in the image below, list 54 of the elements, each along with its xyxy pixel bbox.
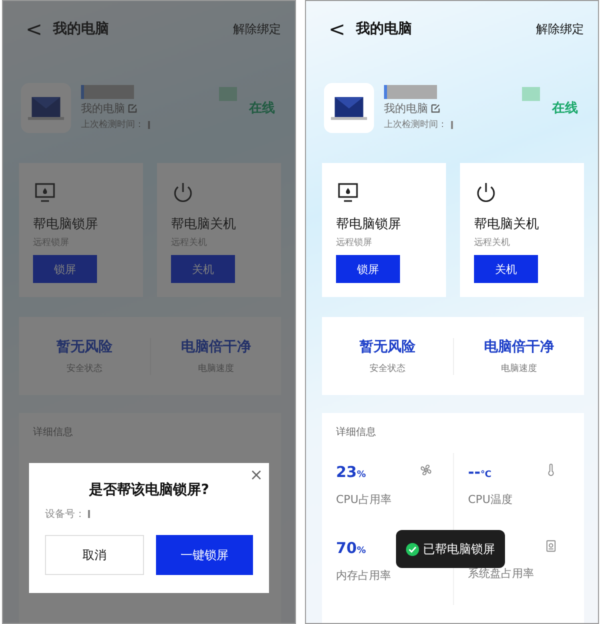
action-subtitle: 远程锁屏 bbox=[336, 236, 372, 249]
status-value: 电脑倍干净 bbox=[180, 338, 251, 356]
redacted-bar bbox=[219, 87, 237, 101]
power-icon bbox=[171, 181, 195, 205]
metric-label: 系统盘占用率 bbox=[468, 566, 535, 582]
power-icon bbox=[474, 181, 498, 205]
details-title: 详细信息 bbox=[336, 426, 377, 439]
edit-icon[interactable] bbox=[431, 104, 440, 113]
metric-value: 70% bbox=[336, 539, 366, 559]
last-check-label: 上次检测时间： bbox=[384, 118, 447, 131]
metric-value: --℃ bbox=[468, 463, 492, 483]
laptop-thumbnail bbox=[324, 83, 374, 133]
action-button[interactable]: 锁屏 bbox=[336, 255, 400, 283]
status-label: 安全状态 bbox=[369, 362, 406, 374]
metric-label: CPU占用率 bbox=[336, 492, 392, 508]
page-title: 我的电脑 bbox=[53, 20, 110, 38]
status-value: 电脑倍干净 bbox=[484, 338, 554, 356]
check-icon bbox=[406, 542, 419, 556]
edit-icon[interactable] bbox=[128, 104, 137, 113]
redacted-bar bbox=[384, 85, 437, 99]
action-button[interactable]: 关机 bbox=[474, 255, 538, 283]
action-title: 帮电脑锁屏 bbox=[33, 216, 98, 233]
dialog-title: 是否帮该电脑锁屏? bbox=[88, 481, 210, 499]
action-title: 帮电脑关机 bbox=[474, 216, 539, 233]
back-button[interactable]: < bbox=[326, 17, 348, 41]
unbind-link[interactable]: 解除绑定 bbox=[233, 20, 281, 38]
device-name: 我的电脑 bbox=[81, 101, 125, 116]
redacted-bar bbox=[81, 85, 134, 99]
metric-value: 23% bbox=[336, 463, 366, 483]
status-label: 电脑速度 bbox=[500, 362, 537, 374]
laptop-thumbnail bbox=[21, 83, 71, 133]
monitor-icon bbox=[33, 181, 57, 205]
close-button[interactable]: × bbox=[250, 465, 263, 484]
online-status: 在线 bbox=[249, 100, 275, 117]
unbind-link[interactable]: 解除绑定 bbox=[536, 20, 584, 38]
online-status: 在线 bbox=[552, 100, 578, 117]
action-subtitle: 远程关机 bbox=[474, 236, 510, 249]
toast-text: 已帮电脑锁屏 bbox=[423, 540, 495, 558]
back-button[interactable]: < bbox=[23, 17, 45, 41]
status-value: 暂无风险 bbox=[359, 338, 416, 356]
redacted-bar bbox=[522, 87, 540, 101]
status-value: 暂无风险 bbox=[56, 338, 112, 356]
action-title: 帮电脑关机 bbox=[171, 216, 236, 233]
device-name: 我的电脑 bbox=[384, 101, 428, 116]
fan-icon bbox=[419, 463, 433, 477]
cancel-button[interactable]: 取消 bbox=[45, 535, 144, 575]
metric-label: 内存占用率 bbox=[336, 568, 392, 584]
page-title: 我的电脑 bbox=[356, 20, 413, 38]
metric-label: CPU温度 bbox=[468, 492, 514, 508]
details-title: 详细信息 bbox=[33, 426, 74, 439]
confirm-button[interactable]: 一键锁屏 bbox=[156, 535, 253, 575]
action-title: 帮电脑锁屏 bbox=[336, 216, 401, 233]
device-id-label: 设备号： bbox=[45, 508, 85, 521]
monitor-icon bbox=[336, 181, 360, 205]
